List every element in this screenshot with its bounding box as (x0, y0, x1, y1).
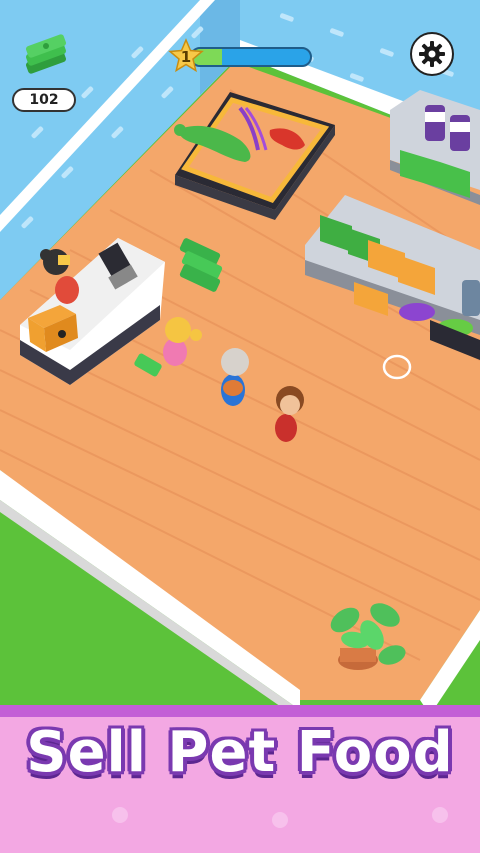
cash-counter: 102 (12, 88, 76, 112)
cash-stack-icon (22, 34, 72, 74)
gear-icon (419, 41, 445, 67)
level-progress: 1 (168, 38, 314, 73)
banner-headline: Sell Pet Food (26, 720, 454, 785)
level-progress-track (190, 47, 312, 67)
level-number: 1 (180, 48, 192, 66)
settings-button[interactable] (410, 32, 454, 76)
